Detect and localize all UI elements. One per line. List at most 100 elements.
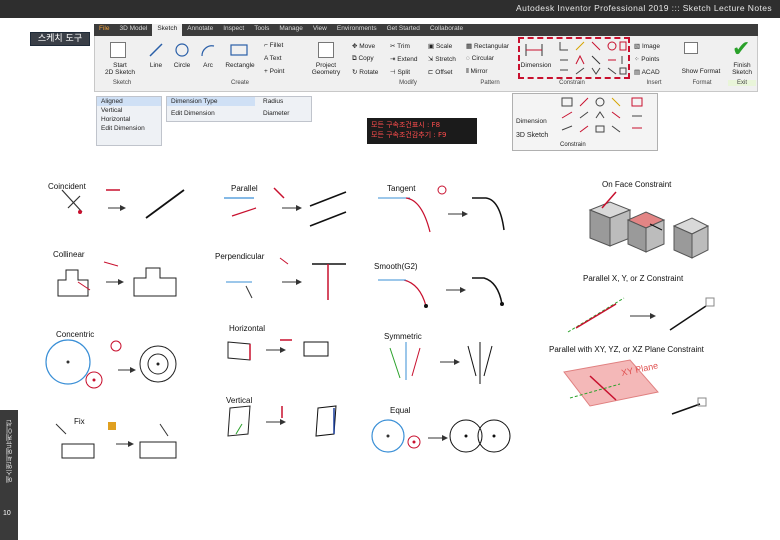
rotate-button[interactable]: ↻ Rotate bbox=[352, 68, 378, 76]
group-insert: Insert bbox=[646, 80, 662, 86]
tab-inspect[interactable]: Inspect bbox=[218, 24, 249, 36]
hint-show-all: 모든 구속조건표시 : F8 bbox=[371, 121, 441, 129]
page-number: 10 bbox=[3, 510, 11, 517]
stretch-button[interactable]: ⇲ Stretch bbox=[428, 55, 456, 63]
rectangular-pattern-label: Rectangular bbox=[473, 43, 510, 50]
tab-annotate[interactable]: Annotate bbox=[182, 24, 218, 36]
arc-icon[interactable] bbox=[200, 42, 216, 58]
dropdown-aligned[interactable]: Aligned bbox=[97, 97, 161, 106]
text-button[interactable]: A Text bbox=[264, 55, 282, 62]
scale-label: Scale bbox=[435, 43, 453, 50]
vertical-illustration bbox=[227, 405, 337, 437]
smooth-illustration bbox=[378, 277, 504, 308]
offset-button[interactable]: ⊏ Offset bbox=[428, 68, 453, 76]
circular-pattern-label: Circular bbox=[471, 55, 495, 62]
rotate-label: Rotate bbox=[359, 69, 379, 76]
ribbon-tabs: File 3D Model Sketch Annotate Inspect To… bbox=[94, 24, 758, 36]
split-label: Split bbox=[397, 69, 411, 76]
mirror-label: Mirror bbox=[470, 68, 488, 75]
group-format: Format bbox=[692, 80, 712, 86]
dimension-button[interactable]: Dimension bbox=[518, 62, 554, 69]
group-pattern: Pattern bbox=[480, 80, 500, 86]
tab-view[interactable]: View bbox=[308, 24, 332, 36]
3d-constraint-icons[interactable] bbox=[560, 96, 654, 140]
point-label: Point bbox=[269, 68, 285, 75]
move-button[interactable]: ✥ Move bbox=[352, 42, 375, 50]
collinear-illustration bbox=[57, 261, 177, 297]
header-title: Autodesk Inventor Professional 2019 ::: … bbox=[516, 3, 772, 13]
stretch-label: Stretch bbox=[435, 56, 456, 63]
tab-file[interactable]: File bbox=[94, 24, 114, 36]
menu-radius[interactable]: Radius bbox=[259, 97, 287, 106]
tab-tools[interactable]: Tools bbox=[249, 24, 274, 36]
image-label: Image bbox=[641, 43, 661, 50]
arc-button[interactable]: Arc bbox=[198, 62, 218, 69]
points-button[interactable]: ⁘ Points bbox=[634, 55, 659, 63]
circle-icon[interactable] bbox=[174, 42, 190, 58]
dropdown-vertical[interactable]: Vertical bbox=[97, 106, 161, 115]
split-button[interactable]: ⊣ Split bbox=[390, 68, 410, 76]
points-label: Points bbox=[641, 56, 660, 63]
dimension-icon[interactable] bbox=[524, 42, 544, 58]
3d-sketch-label: 3D Sketch bbox=[516, 132, 549, 139]
offset-label: Offset bbox=[435, 69, 453, 76]
finish-sketch-check-icon[interactable]: ✔ bbox=[732, 36, 750, 62]
parallel-planes-illustration: XY Plane bbox=[563, 359, 707, 415]
menu-dimension-type[interactable]: Dimension Type bbox=[167, 97, 255, 106]
group-sketch: Sketch bbox=[112, 80, 132, 86]
acad-button[interactable]: ▤ ACAD bbox=[634, 68, 660, 76]
equal-illustration bbox=[371, 419, 511, 453]
mirror-button[interactable]: ⫴ Mirror bbox=[466, 68, 488, 76]
tab-collaborate[interactable]: Collaborate bbox=[425, 24, 468, 36]
tab-3d-model[interactable]: 3D Model bbox=[114, 24, 152, 36]
rectangular-pattern-button[interactable]: ▦ Rectangular bbox=[466, 42, 509, 50]
scale-button[interactable]: ▣ Scale bbox=[428, 42, 452, 50]
group-constrain: Constrain bbox=[559, 80, 585, 86]
image-button[interactable]: ▧ Image bbox=[634, 42, 660, 50]
start-sketch-icon[interactable] bbox=[110, 42, 126, 58]
project-geometry-button[interactable]: Project Geometry bbox=[306, 62, 346, 76]
line-button[interactable]: Line bbox=[145, 62, 167, 69]
tab-sketch[interactable]: Sketch bbox=[152, 24, 183, 36]
tab-manage[interactable]: Manage bbox=[274, 24, 308, 36]
project-geometry-icon[interactable] bbox=[318, 42, 334, 58]
rectangle-button[interactable]: Rectangle bbox=[222, 62, 258, 69]
text-label: Text bbox=[269, 55, 282, 62]
dropdown-horizontal[interactable]: Horizontal bbox=[97, 115, 161, 124]
label-horizontal: Horizontal bbox=[229, 324, 266, 333]
start-2d-sketch-button[interactable]: Start 2D Sketch bbox=[100, 62, 140, 76]
dimension-type-menu: Dimension Type Edit Dimension Radius Dia… bbox=[166, 96, 312, 122]
menu-edit-dimension[interactable]: Edit Dimension bbox=[167, 109, 255, 118]
copy-button[interactable]: ⧉ Copy bbox=[352, 55, 374, 63]
trim-button[interactable]: ✂ Trim bbox=[390, 42, 410, 50]
rectangle-icon[interactable] bbox=[230, 42, 248, 58]
menu-diameter[interactable]: Diameter bbox=[259, 109, 293, 118]
circular-pattern-button[interactable]: ◌ Circular bbox=[466, 55, 494, 62]
shortcut-hint-box: 모든 구속조건표시 : F8 모든 구속조건감추기 : F9 bbox=[367, 118, 477, 144]
3d-dimension-label[interactable]: Dimension bbox=[516, 118, 547, 125]
circle-button[interactable]: Circle bbox=[170, 62, 194, 69]
horizontal-illustration bbox=[227, 339, 329, 361]
line-icon[interactable] bbox=[148, 42, 164, 58]
coincident-illustration bbox=[61, 189, 185, 219]
symmetric-illustration bbox=[389, 342, 493, 384]
perpendicular-illustration bbox=[226, 257, 346, 300]
extend-button[interactable]: ⇥ Extend bbox=[390, 55, 418, 63]
group-create: Create bbox=[230, 80, 249, 86]
dropdown-edit-dimension[interactable]: Edit Dimension bbox=[97, 124, 161, 133]
label-parallel-xyz: Parallel X, Y, or Z Constraint bbox=[583, 274, 684, 283]
tab-get-started[interactable]: Get Started bbox=[382, 24, 425, 36]
constraint-icons-grid[interactable] bbox=[558, 40, 628, 76]
parallel-illustration bbox=[224, 187, 347, 227]
label-equal: Equal bbox=[390, 406, 411, 415]
fillet-button[interactable]: ⌐ Fillet bbox=[264, 42, 283, 49]
format-icon[interactable] bbox=[684, 42, 698, 54]
finish-sketch-button[interactable]: Finish Sketch bbox=[726, 62, 758, 76]
copy-label: Copy bbox=[358, 55, 374, 62]
tab-environments[interactable]: Environments bbox=[332, 24, 382, 36]
point-button[interactable]: + Point bbox=[264, 68, 284, 75]
acad-label: ACAD bbox=[641, 69, 660, 76]
group-exit: Exit bbox=[728, 80, 756, 86]
dimension-dropdown-menu: Aligned Vertical Horizontal Edit Dimensi… bbox=[96, 96, 162, 146]
show-format-button[interactable]: Show Format bbox=[676, 68, 726, 75]
